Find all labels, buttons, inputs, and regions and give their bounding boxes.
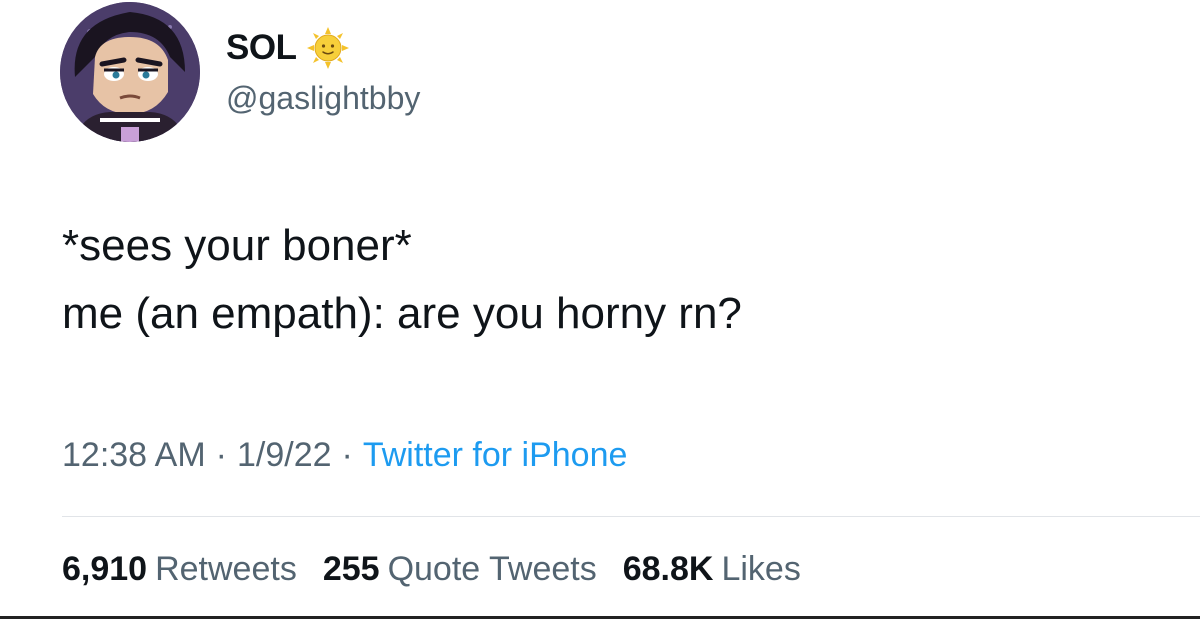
retweets-label: Retweets	[155, 550, 297, 588]
meta-separator: ·	[341, 436, 353, 474]
quote-tweets-stat[interactable]: 255 Quote Tweets	[323, 550, 597, 589]
quote-tweets-count: 255	[322, 550, 380, 588]
meta-separator: ·	[215, 436, 227, 474]
retweets-stat[interactable]: 6,910 Retweets	[62, 550, 297, 589]
tweet-text: *sees your boner* me (an empath): are yo…	[62, 212, 742, 348]
tweet-stats: 6,910 Retweets 255 Quote Tweets 68.8K Likes	[62, 550, 801, 589]
tweet-time[interactable]: 12:38 AM	[62, 436, 206, 474]
cartoon-avatar-image	[60, 2, 200, 142]
tweet-text-line: me (an empath): are you horny rn?	[62, 289, 742, 338]
likes-count: 68.8K	[622, 550, 714, 588]
likes-label: Likes	[721, 550, 801, 588]
avatar[interactable]	[60, 2, 200, 142]
tweet-meta: 12:38 AM · 1/9/22 · Twitter for iPhone	[62, 436, 627, 475]
tweet-card: SOL @gaslightbby *sees your boner* me (a…	[0, 0, 1200, 619]
tweet-text-line: *sees your boner*	[62, 221, 412, 270]
likes-stat[interactable]: 68.8K Likes	[623, 550, 801, 589]
author-handle[interactable]: @gaslightbby	[226, 80, 420, 117]
display-name[interactable]: SOL	[226, 28, 297, 68]
quote-tweets-label: Quote Tweets	[387, 550, 597, 588]
tweet-source-link[interactable]: Twitter for iPhone	[363, 436, 628, 474]
retweets-count: 6,910	[62, 550, 148, 588]
sun-face-icon	[306, 26, 350, 70]
tweet-date[interactable]: 1/9/22	[237, 436, 332, 474]
divider	[62, 516, 1200, 517]
author-name-row[interactable]: SOL	[226, 26, 350, 70]
